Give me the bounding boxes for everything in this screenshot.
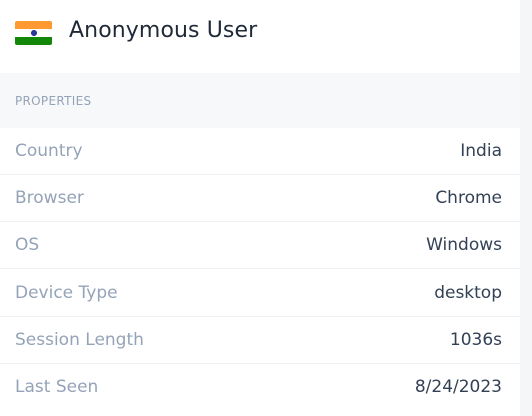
property-key: Session Length	[15, 330, 144, 350]
india-flag-icon	[15, 21, 52, 45]
property-key: Country	[15, 141, 83, 161]
property-value: desktop	[434, 283, 502, 303]
property-key: Device Type	[15, 283, 118, 303]
user-title: Anonymous User	[69, 18, 258, 43]
property-value: 1036s	[449, 330, 502, 350]
property-row-os: OS Windows	[0, 222, 520, 269]
property-key: OS	[15, 235, 40, 255]
property-row-country: Country India	[0, 128, 520, 175]
property-row-browser: Browser Chrome	[0, 175, 520, 222]
property-row-last-seen: Last Seen 8/24/2023	[0, 364, 520, 411]
property-value: India	[460, 141, 502, 161]
property-value: 8/24/2023	[414, 377, 502, 397]
property-row-session-length: Session Length 1036s	[0, 317, 520, 364]
property-key: Browser	[15, 188, 84, 208]
property-value: Windows	[426, 235, 502, 255]
property-key: Last Seen	[15, 377, 99, 397]
properties-section-label: PROPERTIES	[15, 94, 92, 108]
user-header: Anonymous User	[0, 0, 520, 73]
property-row-device-type: Device Type desktop	[0, 270, 520, 317]
user-details-panel: Anonymous User PROPERTIES Country India …	[0, 0, 520, 416]
panel-edge	[520, 0, 532, 416]
property-value: Chrome	[435, 188, 502, 208]
